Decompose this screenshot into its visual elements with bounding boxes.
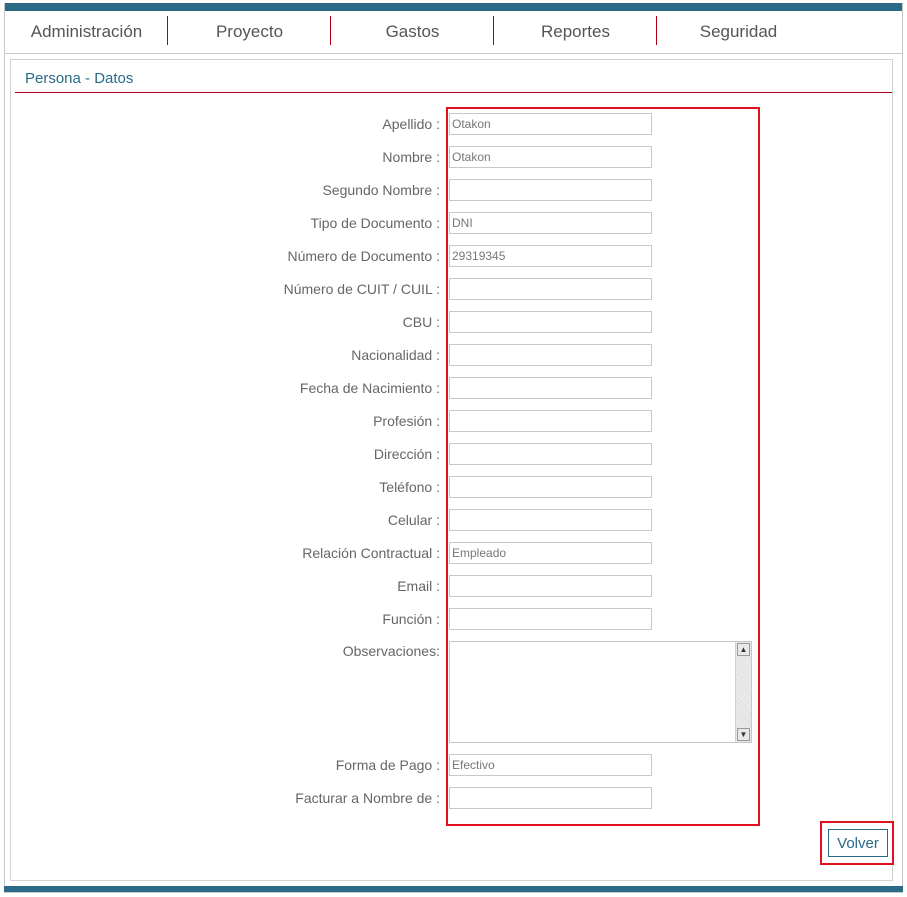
- nav-seguridad[interactable]: Seguridad: [657, 11, 820, 53]
- form-row-forma-pago: Forma de Pago :: [0, 754, 907, 776]
- nav-reportes[interactable]: Reportes: [494, 11, 657, 53]
- observaciones-label: Observaciones:: [342, 643, 440, 659]
- volver-button[interactable]: Volver: [828, 829, 888, 857]
- form-row: Profesión :: [0, 410, 907, 432]
- field-input[interactable]: [449, 344, 652, 366]
- field-label: Apellido :: [382, 116, 440, 132]
- field-input[interactable]: [449, 278, 652, 300]
- form-row-facturar: Facturar a Nombre de :: [0, 787, 907, 809]
- field-input[interactable]: [449, 311, 652, 333]
- facturar-label: Facturar a Nombre de :: [295, 790, 440, 806]
- scroll-up-icon[interactable]: ▲: [737, 643, 750, 656]
- form-row: Número de Documento :: [0, 245, 907, 267]
- nav-gastos[interactable]: Gastos: [331, 11, 494, 53]
- observaciones-textarea-wrap: ▲ ▼: [449, 641, 752, 743]
- form-row: Fecha de Nacimiento :: [0, 377, 907, 399]
- form-row: CBU :: [0, 311, 907, 333]
- field-label: Segundo Nombre :: [322, 182, 440, 198]
- field-input[interactable]: [449, 179, 652, 201]
- form-row: Celular :: [0, 509, 907, 531]
- field-input[interactable]: [449, 608, 652, 630]
- field-input[interactable]: [449, 245, 652, 267]
- form-row: Dirección :: [0, 443, 907, 465]
- field-label: Dirección :: [373, 446, 440, 462]
- main-nav: Administración Proyecto Gastos Reportes …: [5, 11, 902, 54]
- field-label: Celular :: [387, 512, 440, 528]
- forma-pago-input[interactable]: [449, 754, 652, 776]
- field-input[interactable]: [449, 443, 652, 465]
- form-row: Apellido :: [0, 113, 907, 135]
- form-row: Número de CUIT / CUIL :: [0, 278, 907, 300]
- form-row: Función :: [0, 608, 907, 630]
- field-input[interactable]: [449, 542, 652, 564]
- field-label: Número de Documento :: [287, 248, 440, 264]
- form-row: Tipo de Documento :: [0, 212, 907, 234]
- page-title: Persona - Datos: [25, 70, 134, 87]
- field-label: Email :: [397, 578, 440, 594]
- field-input[interactable]: [449, 575, 652, 597]
- form-row: Email :: [0, 575, 907, 597]
- bottom-accent-bar: [4, 886, 903, 892]
- scroll-down-icon[interactable]: ▼: [737, 728, 750, 741]
- form-row: Relación Contractual :: [0, 542, 907, 564]
- nav-proyecto[interactable]: Proyecto: [168, 11, 331, 53]
- field-label: Relación Contractual :: [302, 545, 440, 561]
- field-label: CBU :: [402, 314, 440, 330]
- field-input[interactable]: [449, 509, 652, 531]
- field-input[interactable]: [449, 377, 652, 399]
- observaciones-textarea[interactable]: [450, 642, 734, 742]
- field-input[interactable]: [449, 410, 652, 432]
- field-label: Nombre :: [382, 149, 440, 165]
- field-label: Función :: [382, 611, 440, 627]
- observaciones-scrollbar[interactable]: ▲ ▼: [735, 642, 751, 742]
- field-label: Teléfono :: [379, 479, 440, 495]
- form-row: Segundo Nombre :: [0, 179, 907, 201]
- field-input[interactable]: [449, 113, 652, 135]
- field-label: Número de CUIT / CUIL :: [283, 281, 440, 297]
- form-row: Nacionalidad :: [0, 344, 907, 366]
- field-label: Tipo de Documento :: [310, 215, 440, 231]
- form-row: Nombre :: [0, 146, 907, 168]
- facturar-input[interactable]: [449, 787, 652, 809]
- nav-administracion[interactable]: Administración: [5, 11, 168, 53]
- field-input[interactable]: [449, 212, 652, 234]
- field-input[interactable]: [449, 476, 652, 498]
- field-label: Profesión :: [373, 413, 440, 429]
- field-label: Nacionalidad :: [351, 347, 440, 363]
- title-divider: [15, 92, 892, 93]
- field-input[interactable]: [449, 146, 652, 168]
- field-label: Fecha de Nacimiento :: [299, 380, 440, 396]
- form-row: Teléfono :: [0, 476, 907, 498]
- forma-pago-label: Forma de Pago :: [335, 757, 440, 773]
